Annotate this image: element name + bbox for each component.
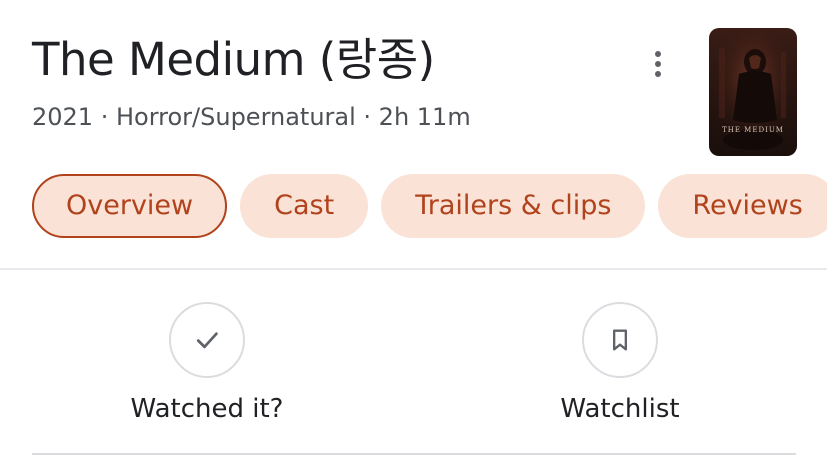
- tab-reviews[interactable]: Reviews: [658, 174, 827, 238]
- check-icon: [196, 332, 218, 349]
- tab-cast[interactable]: Cast: [240, 174, 369, 238]
- movie-meta: 2021 · Horror/Supernatural · 2h 11m: [32, 103, 471, 131]
- movie-title: The Medium (랑종): [32, 33, 435, 86]
- tab-trailers-clips[interactable]: Trailers & clips: [381, 174, 646, 238]
- tab-bar: Overview Cast Trailers & clips Reviews: [32, 174, 827, 238]
- watched-it-label: Watched it?: [130, 394, 284, 424]
- more-options-button[interactable]: [640, 44, 676, 84]
- movie-poster[interactable]: THE MEDIUM: [709, 28, 797, 156]
- watchlist-circle: [582, 302, 658, 378]
- poster-artwork: [709, 28, 797, 156]
- tab-overview[interactable]: Overview: [32, 174, 228, 238]
- more-vert-icon: [655, 51, 661, 57]
- bottom-divider: [32, 453, 796, 455]
- watched-it-button[interactable]: Watched it?: [87, 302, 327, 426]
- bookmark-icon: [613, 329, 627, 351]
- section-divider: [0, 268, 827, 270]
- watched-circle: [169, 302, 245, 378]
- poster-title-text: THE MEDIUM: [722, 126, 784, 134]
- watchlist-label: Watchlist: [560, 394, 680, 424]
- watchlist-button[interactable]: Watchlist: [500, 302, 740, 426]
